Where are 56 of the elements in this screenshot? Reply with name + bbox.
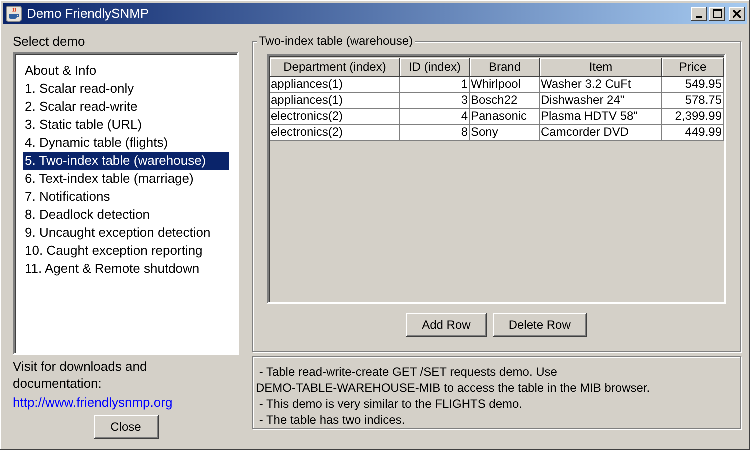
minimize-icon [696, 16, 702, 18]
table-cell: 578.75 [662, 93, 724, 109]
list-item[interactable]: 11. Agent & Remote shutdown [23, 260, 229, 278]
list-item[interactable]: 5. Two-index table (warehouse) [23, 152, 229, 170]
list-item[interactable]: 8. Deadlock detection [23, 206, 229, 224]
table-cell: Panasonic [470, 109, 540, 125]
list-item[interactable]: 7. Notifications [23, 188, 229, 206]
maximize-icon [712, 9, 722, 18]
list-item[interactable]: 9. Uncaught exception detection [23, 224, 229, 242]
table-cell: appliances(1) [270, 93, 400, 109]
column-header[interactable]: Brand [470, 58, 540, 77]
table-cell: electronics(2) [270, 125, 400, 141]
list-item[interactable]: 6. Text-index table (marriage) [23, 170, 229, 188]
table-cell: Camcorder DVD [540, 125, 662, 141]
table-cell: Plasma HDTV 58" [540, 109, 662, 125]
close-icon [733, 10, 741, 18]
table-cell: appliances(1) [270, 77, 400, 93]
description-line: - The table has two indices. [258, 412, 406, 428]
column-header[interactable]: Department (index) [270, 58, 400, 77]
list-item[interactable]: 1. Scalar read-only [23, 80, 229, 98]
list-item[interactable]: 2. Scalar read-write [23, 98, 229, 116]
table-cell: 4 [400, 109, 470, 125]
list-label: Select demo [13, 34, 86, 50]
table-cell: 1 [400, 77, 470, 93]
visit-text: Visit for downloads and documentation: [13, 358, 148, 392]
table-cell: electronics(2) [270, 109, 400, 125]
group-title: Two-index table (warehouse) [257, 34, 416, 48]
table-cell: 449.99 [662, 125, 724, 141]
close-button[interactable] [729, 6, 745, 20]
list-item[interactable]: 3. Static table (URL) [23, 116, 229, 134]
table-cell: Sony [470, 125, 540, 141]
add-row-button[interactable]: Add Row [406, 313, 487, 337]
description-line: DEMO-TABLE-WAREHOUSE-MIB to access the table in the MIB browser. [256, 380, 652, 396]
website-link[interactable]: http://www.friendlysnmp.org [13, 394, 173, 411]
column-header[interactable]: Item [540, 58, 662, 77]
list-item[interactable]: About & Info [23, 62, 229, 80]
list-item[interactable]: 10. Caught exception reporting [23, 242, 229, 260]
column-header[interactable]: ID (index) [400, 58, 470, 77]
close-dialog-button[interactable]: Close [94, 415, 158, 439]
description-line: - Table read-write-create GET /SET requests demo. Use [258, 364, 558, 380]
list-item[interactable]: 4. Dynamic table (flights) [23, 134, 229, 152]
table-cell: Bosch22 [470, 93, 540, 109]
table-cell: 8 [400, 125, 470, 141]
table-cell: 2,399.99 [662, 109, 724, 125]
description-line: - This demo is very similar to the FLIGHTS demo. [258, 396, 524, 412]
column-header[interactable]: Price [662, 58, 724, 77]
table-cell: 3 [400, 93, 470, 109]
window-title: Demo FriendlySNMP [27, 6, 150, 21]
table-cell: Whirlpool [470, 77, 540, 93]
table-cell: Dishwasher 24" [540, 93, 662, 109]
minimize-button[interactable] [691, 6, 707, 20]
maximize-button[interactable] [709, 6, 725, 20]
table-cell: Washer 3.2 CuFt [540, 77, 662, 93]
table-cell: 549.95 [662, 77, 724, 93]
coffee-cup-icon [6, 6, 22, 22]
delete-row-button[interactable]: Delete Row [492, 313, 587, 337]
